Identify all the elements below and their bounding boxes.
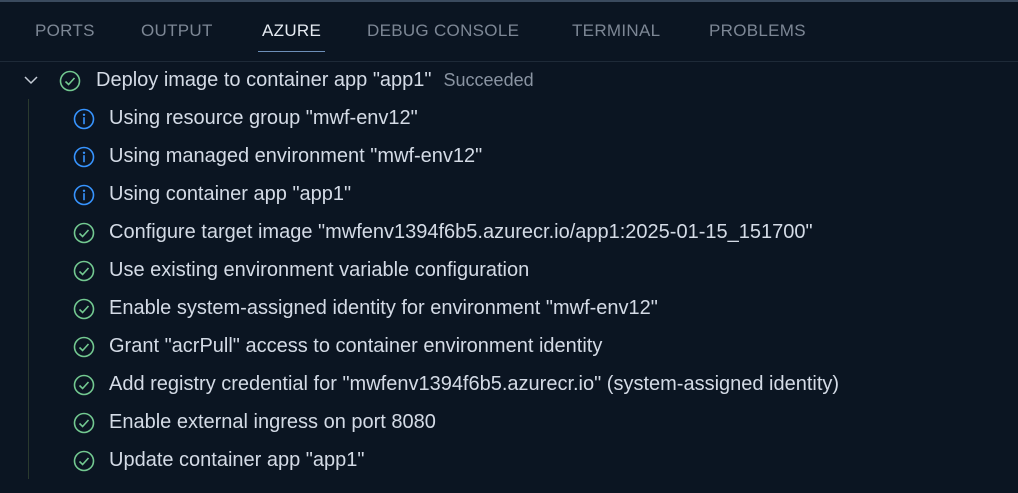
tree-item-label: Deploy image to container app "app1" (96, 69, 432, 91)
chevron-down-icon[interactable] (22, 71, 40, 89)
tree-item-label: Using managed environment "mwf-env12" (109, 145, 483, 167)
check-circle-icon (73, 412, 95, 434)
check-circle-icon (73, 298, 95, 320)
tab-problems[interactable]: PROBLEMS (709, 21, 806, 41)
tree-item-label: Grant "acrPull" access to container envi… (109, 335, 603, 357)
check-circle-icon (73, 450, 95, 472)
tree-item-label: Use existing environment variable config… (109, 259, 530, 281)
panel-tab-bar: PORTS OUTPUT AZURE DEBUG CONSOLE TERMINAL PRO… (0, 0, 1018, 62)
info-icon (73, 146, 95, 168)
tree-item-label: Add registry credential for "mwfenv1394f… (109, 373, 840, 395)
check-circle-icon (73, 336, 95, 358)
tree-item[interactable]: Use existing environment variable config… (0, 251, 1018, 289)
tree-item[interactable]: Add registry credential for "mwfenv1394f… (0, 365, 1018, 403)
check-circle-icon (73, 260, 95, 282)
status-text: Succeeded (443, 70, 534, 90)
tree-item-label: Enable system-assigned identity for envi… (109, 297, 658, 319)
check-circle-icon (73, 374, 95, 396)
tree-item[interactable]: Enable system-assigned identity for envi… (0, 289, 1018, 327)
tree-item-label: Enable external ingress on port 8080 (109, 411, 436, 433)
tree-item[interactable]: Grant "acrPull" access to container envi… (0, 327, 1018, 365)
tab-output[interactable]: OUTPUT (141, 21, 213, 41)
tree-item-deploy[interactable]: Deploy image to container app "app1" Succ… (0, 61, 1018, 99)
info-icon (73, 108, 95, 130)
tree-item-label: Update container app "app1" (109, 449, 365, 471)
check-circle-icon (59, 70, 81, 92)
info-icon (73, 184, 95, 206)
tree-item[interactable]: Configure target image "mwfenv1394f6b5.a… (0, 213, 1018, 251)
tree-item[interactable]: Using managed environment "mwf-env12" (0, 137, 1018, 175)
tab-azure[interactable]: AZURE (257, 21, 326, 52)
tree-item[interactable]: Using resource group "mwf-env12" (0, 99, 1018, 137)
tree-item-label: Using resource group "mwf-env12" (109, 107, 418, 129)
tab-ports[interactable]: PORTS (35, 21, 95, 41)
tree-item[interactable]: Update container app "app1" (0, 441, 1018, 479)
check-circle-icon (73, 222, 95, 244)
tree-item[interactable]: Using container app "app1" (0, 175, 1018, 213)
tree-item-label: Using container app "app1" (109, 183, 352, 205)
tree-item[interactable]: Enable external ingress on port 8080 (0, 403, 1018, 441)
tab-terminal[interactable]: TERMINAL (572, 21, 660, 41)
tree-item-label: Configure target image "mwfenv1394f6b5.a… (109, 221, 813, 243)
tab-debug-console[interactable]: DEBUG CONSOLE (367, 21, 519, 41)
